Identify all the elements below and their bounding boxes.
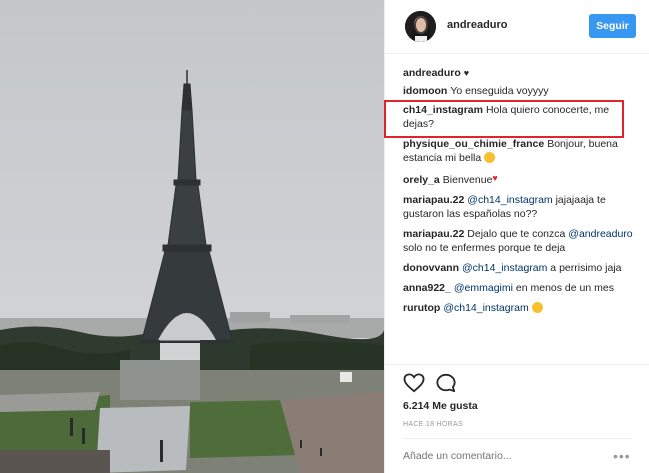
comment-username[interactable]: mariapau.22 [403,194,464,206]
comment-username[interactable]: orely_a [403,174,440,186]
comment-item-highlighted: ch14_instagram Hola quiero conocerte, me … [403,103,639,131]
comment-username[interactable]: andreaduro [403,67,461,79]
comment-text: a perrisimo jaja [547,262,622,274]
divider [403,438,632,439]
smiling-emoji-icon [484,152,496,163]
comment-username[interactable]: ch14_instagram [403,104,483,116]
comment-username[interactable]: physique_ou_chimie_france [403,138,544,150]
comment-mention[interactable]: @emmagimi [454,282,513,294]
comment-username[interactable]: mariapau.22 [403,228,464,240]
header-username[interactable]: andreaduro [447,19,508,31]
comment-text: Bienvenue [442,174,493,186]
comment-mention[interactable]: @ch14_instagram [443,302,528,314]
comment-item: idomoon Yo enseguida voyyyy [403,84,639,98]
comment-mention[interactable]: @ch14_instagram [467,194,552,206]
eiffel-tower-photo [0,0,384,473]
comment-username[interactable]: idomoon [403,85,447,97]
comment-item: orely_a Bienvenue♥ [403,171,639,187]
heart-icon: ♥ [463,68,470,78]
avatar-image [405,11,436,42]
more-options-icon[interactable]: ••• [613,448,631,464]
avatar[interactable] [405,11,436,42]
likes-count[interactable]: 6.214 Me gusta [403,400,478,412]
comment-username[interactable]: donovvann [403,262,459,274]
comment-item: mariapau.22 Dejalo que te conzca @andread… [403,227,639,255]
red-heart-icon: ♥ [492,173,498,183]
comment-item: andreaduro ♥ [403,66,639,80]
post-side-panel: andreaduro Seguir andreaduro ♥ idomoon Yo … [384,0,649,473]
comment-text: en menos de un mes [512,282,614,294]
comment-item: physique_ou_chimie_france Bonjour, buena … [403,137,639,165]
comment-bubble-icon[interactable] [435,373,457,393]
follow-button[interactable]: Seguir [589,14,636,38]
comment-username[interactable]: rurutop [403,302,440,314]
comment-item: mariapau.22 @ch14_instagram jajajaaja te … [403,193,639,221]
comment-item: rurutop @ch14_instagram [403,301,639,315]
comment-item: donovvann @ch14_instagram a perrisimo jaj… [403,261,639,275]
comment-list: andreaduro ♥ idomoon Yo enseguida voyyyy c… [403,66,639,321]
add-comment-input[interactable] [403,450,593,462]
post-timestamp: HACE 18 HORAS [403,421,463,428]
comment-mention[interactable]: @andreaduro [568,228,632,240]
like-heart-icon[interactable] [403,373,425,393]
post-header: andreaduro Seguir [385,0,649,54]
post-photo[interactable] [0,0,384,473]
comment-mention[interactable]: @ch14_instagram [462,262,547,274]
comment-text: solo no te enfermes porque te deja [403,242,566,254]
comment-text: Yo enseguida voyyyy [450,85,549,97]
comment-item: anna922_ @emmagimi en menos de un mes [403,281,639,295]
grimacing-emoji-icon [531,302,543,313]
comment-username[interactable]: anna922_ [403,282,451,294]
post-actions: 6.214 Me gusta HACE 18 HORAS ••• [385,364,649,470]
comment-text-before: Dejalo que te conzca [467,228,569,240]
